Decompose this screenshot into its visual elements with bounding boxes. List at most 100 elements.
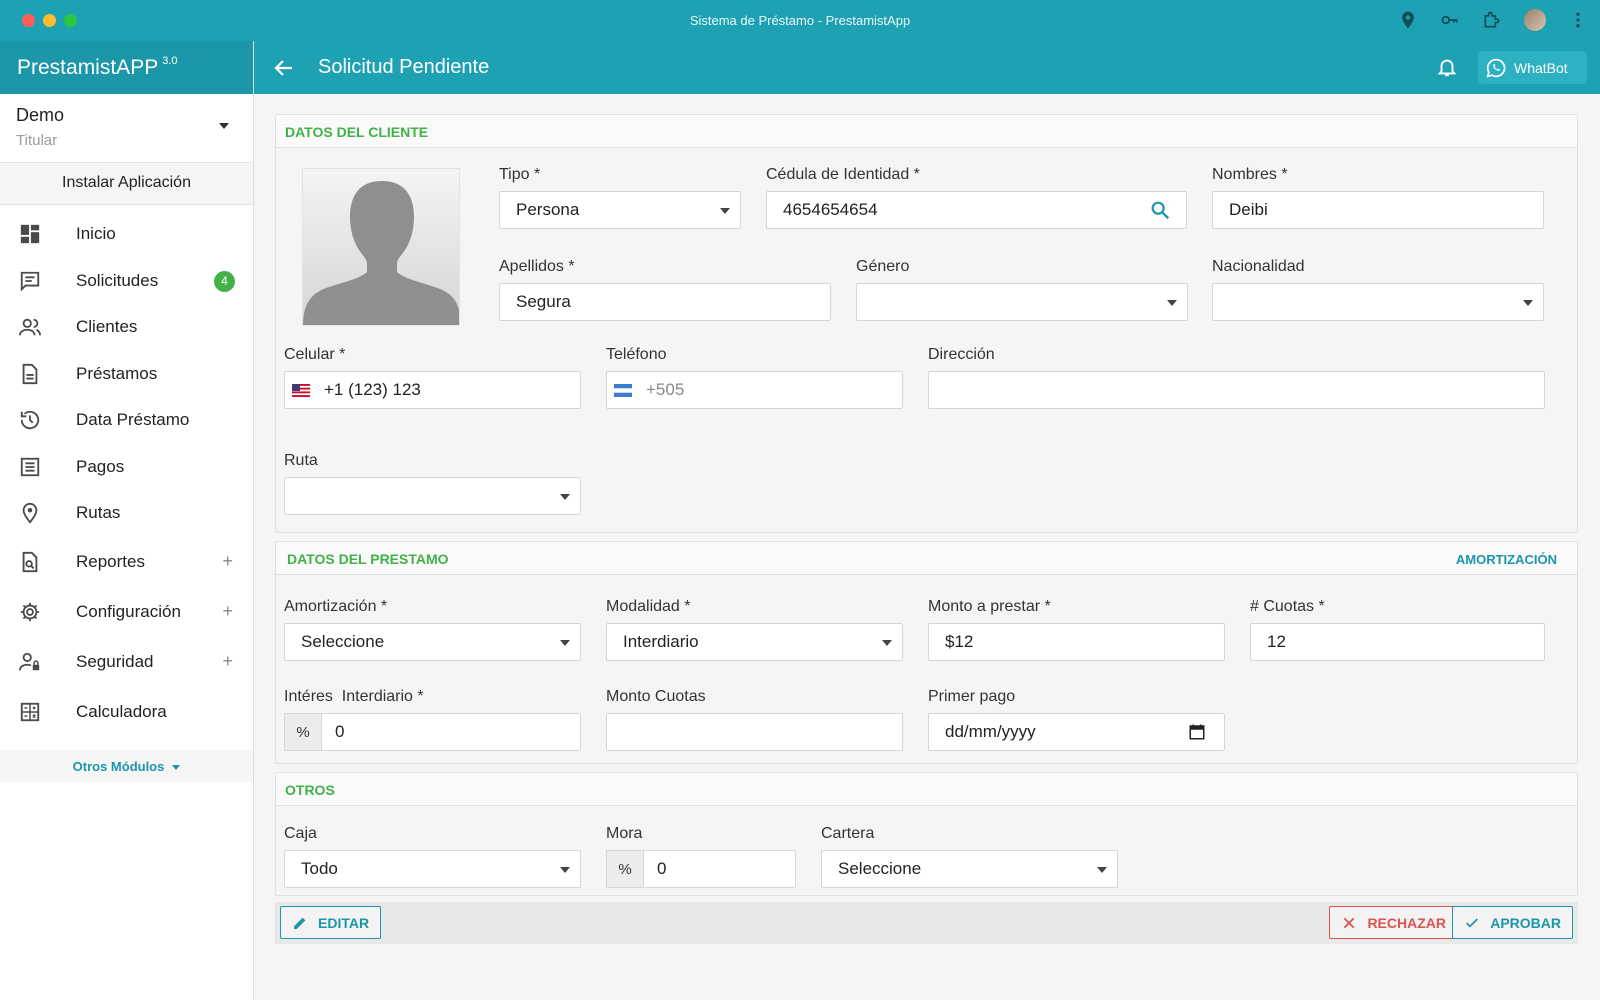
caja-select[interactable]: Todo [284,850,581,888]
genero-select[interactable] [856,283,1188,321]
page-header: Solicitud Pendiente WhatBot [254,41,1600,94]
tipo-select[interactable]: Persona [499,191,741,229]
mora-input[interactable]: 0 [643,850,796,888]
sidebar-item-label: Rutas [76,503,121,523]
profile-avatar[interactable] [1524,9,1546,31]
section-title: OTROS [276,773,1577,806]
monto-label: Monto a prestar * [928,598,1051,615]
sidebar-item-label: Seguridad [76,651,154,671]
amortizacion-link[interactable]: AMORTIZACIÓN [1456,552,1557,567]
apellidos-value: Segura [516,292,571,311]
us-flag-icon[interactable] [292,383,310,397]
expand-icon[interactable]: + [222,551,233,572]
nombres-input[interactable]: Deibi [1212,191,1544,229]
sidebar-item-clientes[interactable]: Clientes [0,304,253,351]
user-selector[interactable]: Demo Titular [0,94,253,163]
document-icon [19,363,41,385]
client-photo[interactable] [302,168,460,326]
editar-label: EDITAR [318,914,370,931]
primer-pago-input[interactable]: dd/mm/yyyy [928,713,1225,751]
cuotas-label: # Cuotas * [1250,598,1325,615]
aprobar-button[interactable]: APROBAR [1452,906,1573,939]
cuotas-value: 12 [1267,632,1286,651]
interes-input[interactable]: 0 [321,713,581,751]
tipo-label: Tipo * [499,166,541,183]
sidebar-item-label: Data Préstamo [76,410,190,430]
primer-pago-placeholder: dd/mm/yyyy [945,722,1036,741]
apellidos-input[interactable]: Segura [499,283,831,321]
key-icon[interactable] [1440,10,1460,30]
modalidad-select[interactable]: Interdiario [606,623,903,661]
ruta-select[interactable] [284,477,581,515]
sidebar-item-label: Pagos [76,456,125,476]
ruta-label: Ruta [284,452,318,469]
sidebar-item-calculadora[interactable]: Calculadora [0,687,253,737]
sidebar-item-label: Clientes [76,317,138,337]
cedula-input[interactable]: 4654654654 [766,191,1187,229]
sidebar-item-data-prestamo[interactable]: Data Préstamo [0,397,253,444]
nacionalidad-select[interactable] [1212,283,1544,321]
sidebar-item-inicio[interactable]: Inicio [0,211,253,258]
brand-logo[interactable]: PrestamistAPP 3.0 [0,41,253,94]
sidebar-item-rutas[interactable]: Rutas [0,490,253,537]
bell-icon[interactable] [1436,56,1458,78]
celular-input[interactable]: +1 (123) 123 [284,371,581,409]
section-title: DATOS DEL CLIENTE [276,115,1577,148]
sidebar-item-pagos[interactable]: Pagos [0,444,253,491]
sidebar: PrestamistAPP 3.0 Demo Titular Instalar A… [0,41,254,1000]
section-title-text: OTROS [285,782,335,798]
tipo-value: Persona [516,200,580,219]
monto-cuotas-input[interactable] [606,713,903,751]
search-icon[interactable] [1149,199,1171,221]
monto-value: $12 [945,632,974,651]
brand-version: 3.0 [162,55,178,67]
nicaragua-flag-icon[interactable] [614,383,632,397]
expand-icon[interactable]: + [222,601,233,622]
nombres-value: Deibi [1229,200,1268,219]
editar-button[interactable]: EDITAR [280,906,382,939]
telefono-placeholder: +505 [646,380,685,399]
amortizacion-select[interactable]: Seleccione [284,623,581,661]
telefono-input[interactable]: +505 [606,371,903,409]
map-pin-icon [19,502,41,524]
cedula-label: Cédula de Identidad * [766,166,920,183]
sidebar-item-configuracion[interactable]: Configuración + [0,587,253,637]
section-title-text: DATOS DEL CLIENTE [285,124,429,140]
extensions-icon[interactable] [1482,10,1502,30]
main-content: DATOS DEL CLIENTE Tipo * Persona Cédula … [254,94,1600,1000]
sidebar-item-reportes[interactable]: Reportes + [0,537,253,587]
more-vertical-icon[interactable] [1568,10,1588,30]
cartera-select[interactable]: Seleccione [821,850,1118,888]
dashboard-icon [19,223,41,245]
action-bar: EDITAR RECHAZAR APROBAR [275,902,1578,944]
percent-addon: % [606,850,643,888]
section-title: DATOS DEL PRESTAMO AMORTIZACIÓN [276,542,1577,575]
rechazar-button[interactable]: RECHAZAR [1329,906,1458,939]
calendar-icon[interactable] [1188,723,1206,741]
users-icon [19,316,41,338]
cartera-label: Cartera [821,825,875,842]
section-title-text: DATOS DEL PRESTAMO [287,551,449,567]
monto-input[interactable]: $12 [928,623,1225,661]
install-app-button[interactable]: Instalar Aplicación [0,163,253,205]
modalidad-value: Interdiario [623,632,699,651]
cuotas-input[interactable]: 12 [1250,623,1545,661]
interes-value: 0 [335,722,345,741]
sidebar-item-prestamos[interactable]: Préstamos [0,351,253,398]
otros-section: OTROS Caja Todo Mora % 0 Cartera Selecci… [275,772,1578,896]
window-title: Sistema de Préstamo - PrestamistApp [689,13,911,28]
user-role: Titular [16,132,58,149]
sidebar-item-label: Configuración [76,601,181,621]
back-arrow-icon[interactable] [272,56,296,80]
sidebar-item-seguridad[interactable]: Seguridad + [0,637,253,687]
sidebar-item-solicitudes[interactable]: Solicitudes 4 [0,258,253,305]
notification-badge: 4 [214,270,235,292]
expand-icon[interactable]: + [222,651,233,672]
nacionalidad-label: Nacionalidad [1212,258,1305,275]
location-icon[interactable] [1398,10,1418,30]
whatbot-button[interactable]: WhatBot [1478,51,1587,84]
mora-label: Mora [606,825,643,842]
apellidos-label: Apellidos * [499,258,575,275]
otros-modulos-toggle[interactable]: Otros Módulos [0,749,253,782]
direccion-input[interactable] [928,371,1545,409]
